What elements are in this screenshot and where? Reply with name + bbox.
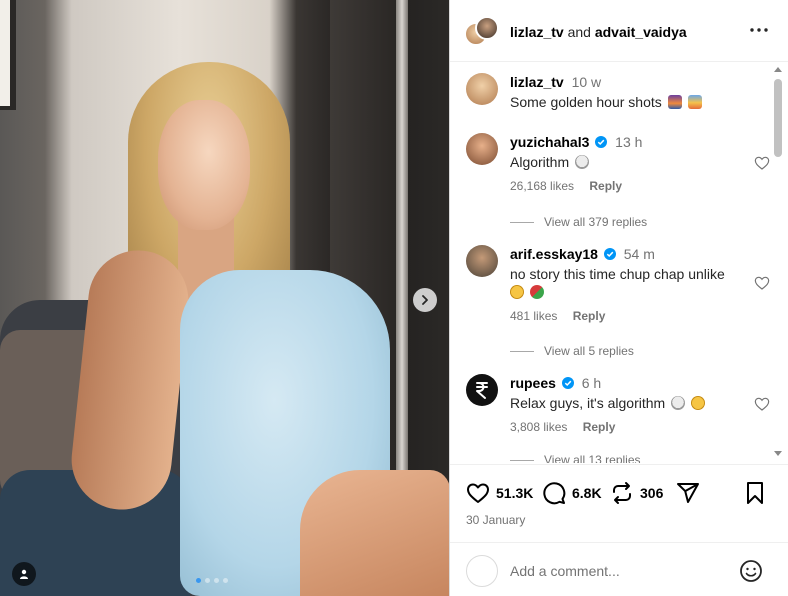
caption-text: Some golden hour shots xyxy=(510,94,662,110)
photo-face xyxy=(158,100,250,230)
carousel-dot xyxy=(214,578,219,583)
verified-badge-icon xyxy=(561,377,574,389)
comment-time: 10 w xyxy=(571,74,602,90)
comment-like-button[interactable] xyxy=(754,275,770,291)
carousel-dot xyxy=(223,578,228,583)
author-connector: and xyxy=(567,24,591,40)
comments-list: lizlaz_tv 10 w Some golden hour shots yu… xyxy=(450,63,774,463)
save-button[interactable] xyxy=(743,481,767,505)
crying-face-emoji xyxy=(510,285,524,299)
comment-time: 13 h xyxy=(615,134,643,150)
skull-emoji xyxy=(575,155,590,169)
tagged-users-button[interactable] xyxy=(12,562,36,586)
verified-badge-icon xyxy=(595,136,608,148)
share-button[interactable] xyxy=(676,481,706,505)
post-date[interactable]: 30 January xyxy=(466,513,525,527)
comment-text: Relax guys, it's algorithm xyxy=(510,395,666,411)
author-link[interactable]: advait_vaidya xyxy=(595,24,687,40)
repost-button[interactable]: 306 xyxy=(610,481,663,505)
crying-face-emoji xyxy=(690,396,705,410)
comment-like-button[interactable] xyxy=(754,396,770,412)
view-replies-button[interactable]: View all 379 replies xyxy=(510,215,647,229)
comments-scrollbar[interactable] xyxy=(772,63,786,463)
add-comment-bar xyxy=(450,542,788,596)
chevron-right-icon xyxy=(422,295,428,305)
avatar[interactable] xyxy=(466,73,498,105)
carousel-dot xyxy=(205,578,210,583)
comment-text: Algorithm xyxy=(510,154,570,170)
comment-username[interactable]: rupees xyxy=(510,375,556,391)
post-header: lizlaz_tv and advait_vaidya xyxy=(450,0,788,62)
avatar[interactable] xyxy=(466,374,498,406)
reply-button[interactable]: Reply xyxy=(589,179,622,193)
reply-button[interactable]: Reply xyxy=(583,420,616,434)
sunrise-emoji xyxy=(687,95,702,109)
user-icon xyxy=(20,569,28,579)
comment-time: 6 h xyxy=(581,375,602,391)
post-photo xyxy=(0,0,449,596)
bookmark-icon xyxy=(747,482,763,504)
comment-username[interactable]: lizlaz_tv xyxy=(510,74,564,90)
scroll-up-arrow-icon[interactable] xyxy=(774,67,782,72)
avatar[interactable] xyxy=(466,245,498,277)
repost-icon xyxy=(613,482,631,504)
heart-icon xyxy=(467,483,489,503)
more-horizontal-icon xyxy=(750,28,768,32)
carousel-dots xyxy=(196,578,228,583)
more-options-button[interactable] xyxy=(749,22,769,38)
skull-emoji xyxy=(671,396,686,410)
emoji-picker-button[interactable] xyxy=(739,559,763,583)
collab-avatars[interactable] xyxy=(464,16,499,50)
comment-likes[interactable]: 481 likes xyxy=(510,309,557,323)
post-authors: lizlaz_tv and advait_vaidya xyxy=(510,24,687,40)
photo-wall-frame xyxy=(0,0,16,110)
comment-icon xyxy=(543,482,566,505)
heart-icon xyxy=(754,156,770,170)
verified-badge-icon xyxy=(603,248,616,260)
photo-window-bar xyxy=(396,0,408,520)
comment-likes[interactable]: 3,808 likes xyxy=(510,420,567,434)
avatar[interactable] xyxy=(466,133,498,165)
author-link[interactable]: lizlaz_tv xyxy=(510,24,564,40)
scrollbar-thumb[interactable] xyxy=(774,79,782,157)
like-button[interactable]: 51.3K xyxy=(466,481,533,505)
avatar xyxy=(475,16,499,40)
heart-icon xyxy=(754,276,770,290)
avatar xyxy=(466,555,498,587)
share-icon xyxy=(677,483,699,503)
view-replies-button[interactable]: View all 5 replies xyxy=(510,344,634,358)
carousel-dot-active xyxy=(196,578,201,583)
comment-time: 54 m xyxy=(623,246,655,262)
like-count: 51.3K xyxy=(496,485,534,501)
comment-like-button[interactable] xyxy=(754,155,770,171)
post-actions-bar: 51.3K 6.8K 306 30 January xyxy=(450,464,788,554)
sunset-emoji xyxy=(667,95,682,109)
comment-count: 6.8K xyxy=(572,485,602,501)
heart-icon xyxy=(754,397,770,411)
next-photo-button[interactable] xyxy=(413,288,437,312)
repost-count: 306 xyxy=(640,485,664,501)
photo-legs xyxy=(300,470,449,596)
view-replies-button[interactable]: View all 13 replies xyxy=(510,453,641,463)
rupee-icon xyxy=(476,382,488,399)
comment-likes[interactable]: 26,168 likes xyxy=(510,179,574,193)
post-side-panel: lizlaz_tv and advait_vaidya lizlaz_tv 10… xyxy=(449,0,788,596)
comment-username[interactable]: yuzichahal3 xyxy=(510,134,589,150)
comment-button[interactable]: 6.8K xyxy=(542,481,602,505)
smiley-icon xyxy=(740,560,762,582)
ping-pong-emoji xyxy=(529,285,544,299)
reply-button[interactable]: Reply xyxy=(573,309,606,323)
scroll-down-arrow-icon[interactable] xyxy=(774,451,782,456)
comment-text: no story this time chup chap unlike xyxy=(510,266,725,282)
comment-username[interactable]: arif.esskay18 xyxy=(510,246,598,262)
comment-input[interactable] xyxy=(510,561,730,581)
